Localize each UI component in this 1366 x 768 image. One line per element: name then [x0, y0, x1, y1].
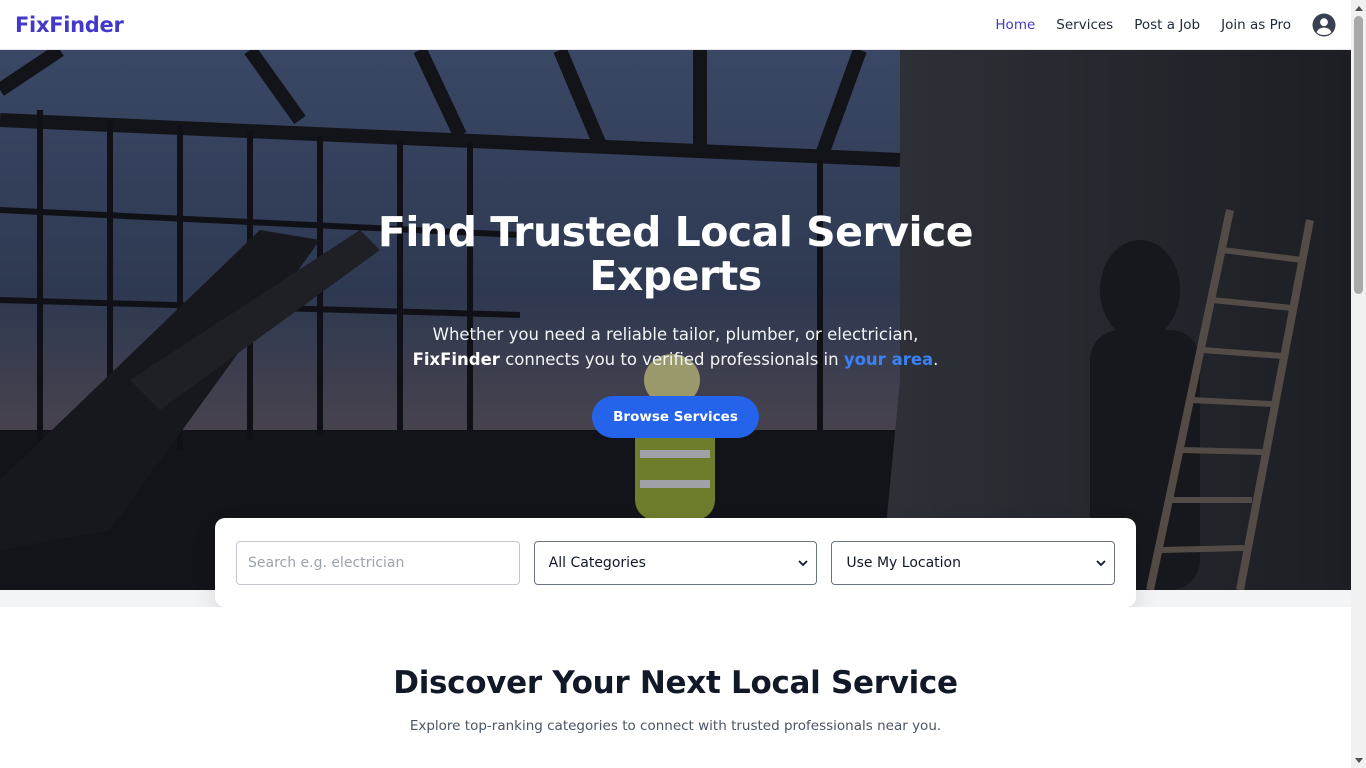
- category-select[interactable]: All Categories: [533, 540, 818, 585]
- location-select[interactable]: Use My Location: [831, 540, 1116, 585]
- search-input[interactable]: Search e.g. electrician: [236, 540, 520, 585]
- hero-content: Find Trusted Local Service Experts Wheth…: [0, 210, 1351, 438]
- scroll-down-arrow-icon[interactable]: [1351, 753, 1366, 768]
- browse-services-button[interactable]: Browse Services: [592, 396, 759, 438]
- category-select-value: All Categories: [548, 554, 646, 571]
- top-navbar: FixFinder Home Services Post a Job Join …: [0, 0, 1351, 50]
- hero-subtitle-accent: your area: [843, 350, 934, 369]
- brand-logo[interactable]: FixFinder: [15, 13, 124, 37]
- nav-link-home[interactable]: Home: [995, 17, 1035, 33]
- hero-subtitle: Whether you need a reliable tailor, plum…: [396, 322, 956, 372]
- discover-subtitle: Explore top-ranking categories to connec…: [409, 718, 942, 734]
- hero-subtitle-brand: FixFinder: [412, 350, 500, 369]
- hero-subtitle-end: .: [933, 350, 939, 369]
- location-select-value: Use My Location: [846, 554, 961, 571]
- nav-link-services[interactable]: Services: [1056, 17, 1113, 33]
- nav-links: Home Services Post a Job Join as Pro: [974, 13, 1336, 37]
- hero-subtitle-part2: connects you to verified professionals i…: [499, 350, 844, 369]
- search-input-placeholder: Search e.g. electrician: [248, 554, 405, 571]
- discover-section: Discover Your Next Local Service Explore…: [0, 607, 1351, 768]
- scroll-up-arrow-icon[interactable]: [1351, 0, 1366, 15]
- chevron-down-icon: [1096, 559, 1106, 566]
- hero-section: Find Trusted Local Service Experts Wheth…: [0, 50, 1351, 590]
- page-scrollbar[interactable]: [1351, 0, 1366, 768]
- nav-link-join-pro[interactable]: Join as Pro: [1221, 17, 1291, 33]
- nav-link-post-job[interactable]: Post a Job: [1134, 17, 1200, 33]
- hero-title: Find Trusted Local Service Experts: [377, 208, 974, 300]
- scrollbar-thumb[interactable]: [1354, 16, 1363, 294]
- chevron-down-icon: [798, 559, 808, 566]
- user-circle-icon[interactable]: [1312, 13, 1336, 37]
- search-card: Search e.g. electrician All Categories U…: [215, 518, 1136, 607]
- discover-title: Discover Your Next Local Service: [393, 665, 958, 701]
- hero-subtitle-part1: Whether you need a reliable tailor, plum…: [432, 325, 919, 344]
